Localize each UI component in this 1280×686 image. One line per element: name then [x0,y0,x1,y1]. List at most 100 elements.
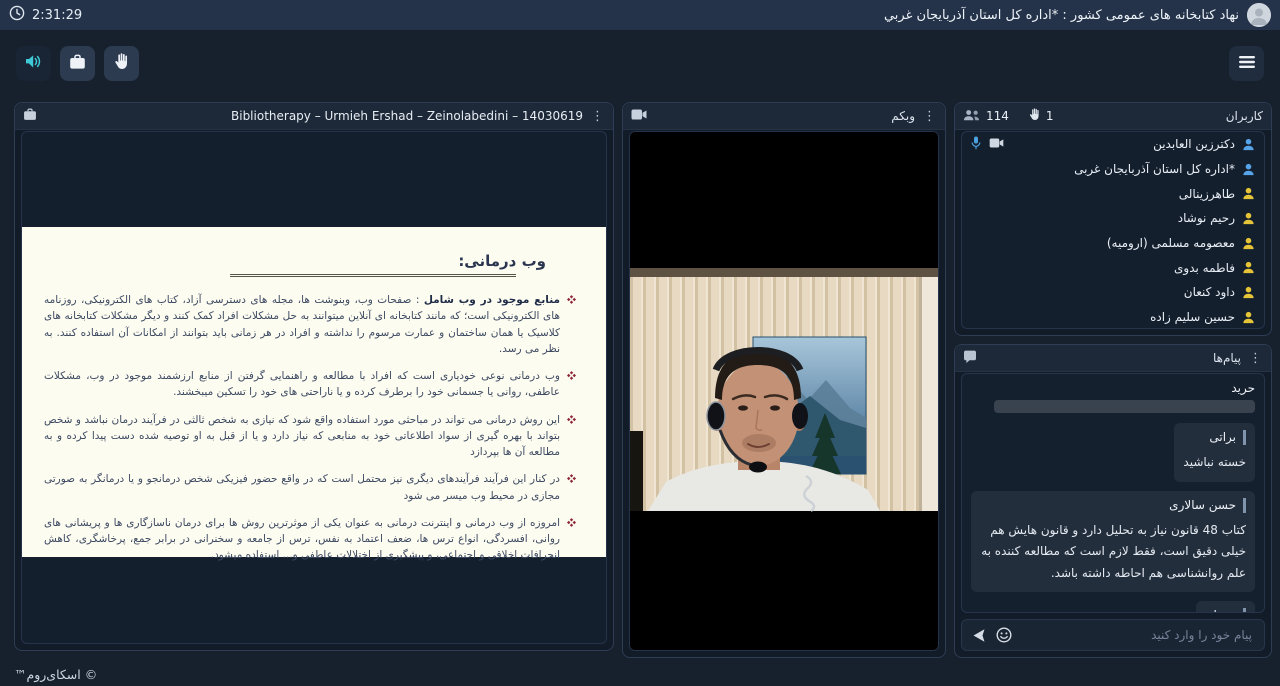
chat-bubble-icon [963,350,977,367]
user-name: دکترزین العابدین [1153,137,1235,151]
raised-hand-count: 1 [1046,109,1054,123]
users-pod-title: کاربران [1226,109,1263,123]
messages-pod: پیام‌ها ⋮ حرید براتی خسته نباشید حسن سال… [954,344,1272,658]
document-pod: Bibliotherapy – Urmieh Ershad – Zeinolab… [14,102,614,651]
slide-bullet-text: در کنار این فرآیند فرآیندهای دیگری نیز م… [44,471,560,504]
slide-bullet: منابع موجود در وب شامل : صفحات وب، وبنوش… [44,292,576,357]
users-list: دکترزین العابدین *اداره کل [961,131,1265,329]
user-list-item[interactable]: *اداره کل استان آذربایجان غربی [962,157,1264,182]
top-bar: 2:31:29 نهاد کتابخانه های عمومی کشور : *… [0,0,1280,30]
user-name: حسین سلیم زاده [1150,310,1235,324]
user-list-item[interactable]: داود کنعان [962,280,1264,305]
user-name: فاطمه بدوی [1174,261,1235,275]
person-icon [1242,187,1255,200]
user-name: داود کنعان [1184,285,1235,299]
person-icon [1242,286,1255,299]
users-count-icon [963,109,980,124]
user-list-item[interactable]: طاهرزینالی [962,181,1264,206]
webcam-pod-menu[interactable]: ⋮ [922,110,937,123]
user-name: رحیم نوشاد [1178,211,1235,225]
user-list-item[interactable]: دکترزین العابدین [962,132,1264,157]
messages-pod-menu[interactable]: ⋮ [1248,352,1263,365]
partial-message-bubble [994,400,1255,413]
camera-on-icon [989,137,1004,151]
user-name: *اداره کل استان آذربایجان غربی [1074,162,1235,176]
person-icon [1242,237,1255,250]
user-list-item[interactable]: رحیم نوشاد [962,206,1264,231]
webcam-video [629,131,939,651]
slide-bullet-text: منابع موجود در وب شامل : صفحات وب، وبنوش… [44,292,560,357]
webcam-pod-header: وبکم ⋮ [623,103,945,130]
document-pod-menu[interactable]: ⋮ [590,110,605,123]
skyroom-brand: © اسکای‌روم™ [14,667,97,682]
elapsed-time: 2:31:29 [32,8,82,23]
diamond-bullet-icon [567,474,576,483]
meeting-room-window: 2:31:29 نهاد کتابخانه های عمومی کشور : *… [0,0,1280,686]
user-list-item[interactable]: معصومه مسلمی (ارومیه) [962,231,1264,256]
main-toolbar [16,46,1264,81]
chat-sender-name: مهمان [1205,608,1246,613]
chat-message: حسن سالاری کتاب 48 قانون نیاز به تحلیل د… [971,491,1255,593]
room-title: نهاد کتابخانه های عمومی کشور : *اداره کل… [884,8,1239,23]
messages-pod-title: پیام‌ها [1213,351,1241,365]
webcam-video-frame [630,132,939,651]
speaker-button[interactable] [16,46,51,81]
slide-bullet: در کنار این فرآیند فرآیندهای دیگری نیز م… [44,471,576,504]
user-list-item[interactable]: فاطمه بدوی [962,255,1264,280]
speaker-icon [25,54,42,73]
slide-heading: وب درمانی: [458,252,546,270]
slide-bullet-text: امروزه از وب درمانی و اینترنت درمانی به … [44,515,560,564]
slide-bullet-text: این روش درمانی می تواند در مباحثی مورد ا… [44,412,560,461]
chat-message-text: خسته نباشید [1183,452,1246,474]
person-icon [1242,311,1255,324]
user-list-item[interactable]: حسین سلیم زاده [962,305,1264,329]
chat-sender-name: حرید [971,381,1255,395]
person-icon [1242,163,1255,176]
users-pod-header: 114 1 کاربران [955,103,1271,130]
hand-icon [114,53,129,74]
chat-message-list: حرید براتی خسته نباشید حسن سالاری کتاب 4… [961,373,1265,613]
diamond-bullet-icon [567,371,576,380]
document-title: Bibliotherapy – Urmieh Ershad – Zeinolab… [231,109,583,123]
messages-pod-header: پیام‌ها ⋮ [955,345,1271,372]
person-icon [1242,261,1255,274]
video-camera-icon [631,109,647,123]
slide-bullet: وب درمانی نوعی خودیاری است که افراد با م… [44,368,576,401]
document-viewport: وب درمانی: منابع موجود در وب شامل : صفحا… [21,131,607,644]
raise-hand-button[interactable] [104,46,139,81]
account-avatar[interactable] [1247,3,1271,27]
presentation-slide: وب درمانی: منابع موجود در وب شامل : صفحا… [22,227,606,557]
microphone-on-icon [971,136,981,153]
user-name: طاهرزینالی [1179,187,1235,201]
chat-input-bar [961,619,1265,651]
slide-bullet: امروزه از وب درمانی و اینترنت درمانی به … [44,515,576,564]
webcam-pod: وبکم ⋮ [622,102,946,658]
document-icon [23,108,37,124]
webcam-pod-title: وبکم [891,109,915,123]
diamond-bullet-icon [567,518,576,527]
user-count: 114 [986,109,1009,123]
emoji-icon[interactable] [996,627,1012,643]
slide-bullet: این روش درمانی می تواند در مباحثی مورد ا… [44,412,576,461]
chat-sender-name: حسن سالاری [980,498,1246,513]
raised-hand-icon [1029,108,1040,124]
clock-icon [9,5,25,25]
hamburger-icon [1238,54,1256,73]
share-files-button[interactable] [60,46,95,81]
person-icon [1242,212,1255,225]
person-icon [1242,138,1255,151]
diamond-bullet-icon [567,295,576,304]
chat-sender-name: براتی [1183,430,1246,445]
user-name: معصومه مسلمی (ارومیه) [1107,236,1235,250]
chat-message-text: کتاب 48 قانون نیاز به تحلیل دارد و قانون… [980,520,1246,585]
chat-input[interactable] [1022,627,1254,643]
chat-message: مهمان خداقوت [1196,601,1255,613]
heading-underline [230,274,516,277]
menu-button[interactable] [1229,46,1264,81]
briefcase-icon [69,54,86,74]
document-pod-header: Bibliotherapy – Urmieh Ershad – Zeinolab… [15,103,613,130]
chat-message: براتی خسته نباشید [1174,423,1255,482]
diamond-bullet-icon [567,415,576,424]
send-message-icon[interactable] [972,628,986,643]
users-pod: 114 1 کاربران دکترزین العابدین [954,102,1272,336]
